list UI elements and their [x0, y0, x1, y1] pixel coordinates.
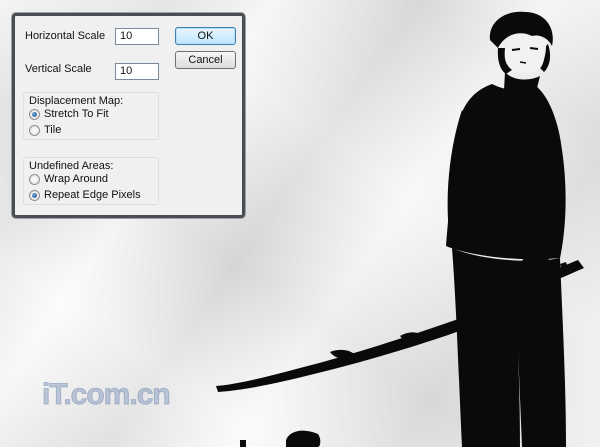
horizontal-scale-input[interactable]: 10	[115, 28, 159, 45]
option-label: Wrap Around	[44, 173, 109, 185]
displacement-map-group: Displacement Map: Stretch To Fit Tile	[23, 92, 159, 140]
radio-checked-icon[interactable]	[29, 109, 40, 120]
option-label: Tile	[44, 124, 62, 136]
radio-unchecked-icon[interactable]	[29, 125, 40, 136]
option-label: Stretch To Fit	[44, 108, 109, 120]
displacement-map-title: Displacement Map:	[29, 95, 124, 107]
undefined-areas-title: Undefined Areas:	[29, 160, 114, 172]
watermark-logo: iT.com.cn	[42, 378, 172, 412]
vertical-scale-input[interactable]: 10	[115, 63, 159, 80]
cancel-button[interactable]: Cancel	[175, 51, 236, 69]
horizontal-scale-label: Horizontal Scale	[25, 30, 106, 42]
radio-checked-icon[interactable]	[29, 190, 40, 201]
vertical-scale-label: Vertical Scale	[25, 63, 92, 75]
displace-filter-dialog: Horizontal Scale 10 Vertical Scale 10 OK…	[12, 13, 245, 218]
radio-unchecked-icon[interactable]	[29, 174, 40, 185]
ok-button[interactable]: OK	[175, 27, 236, 45]
option-label: Repeat Edge Pixels	[44, 189, 141, 201]
undefined-areas-group: Undefined Areas: Wrap Around Repeat Edge…	[23, 157, 159, 205]
